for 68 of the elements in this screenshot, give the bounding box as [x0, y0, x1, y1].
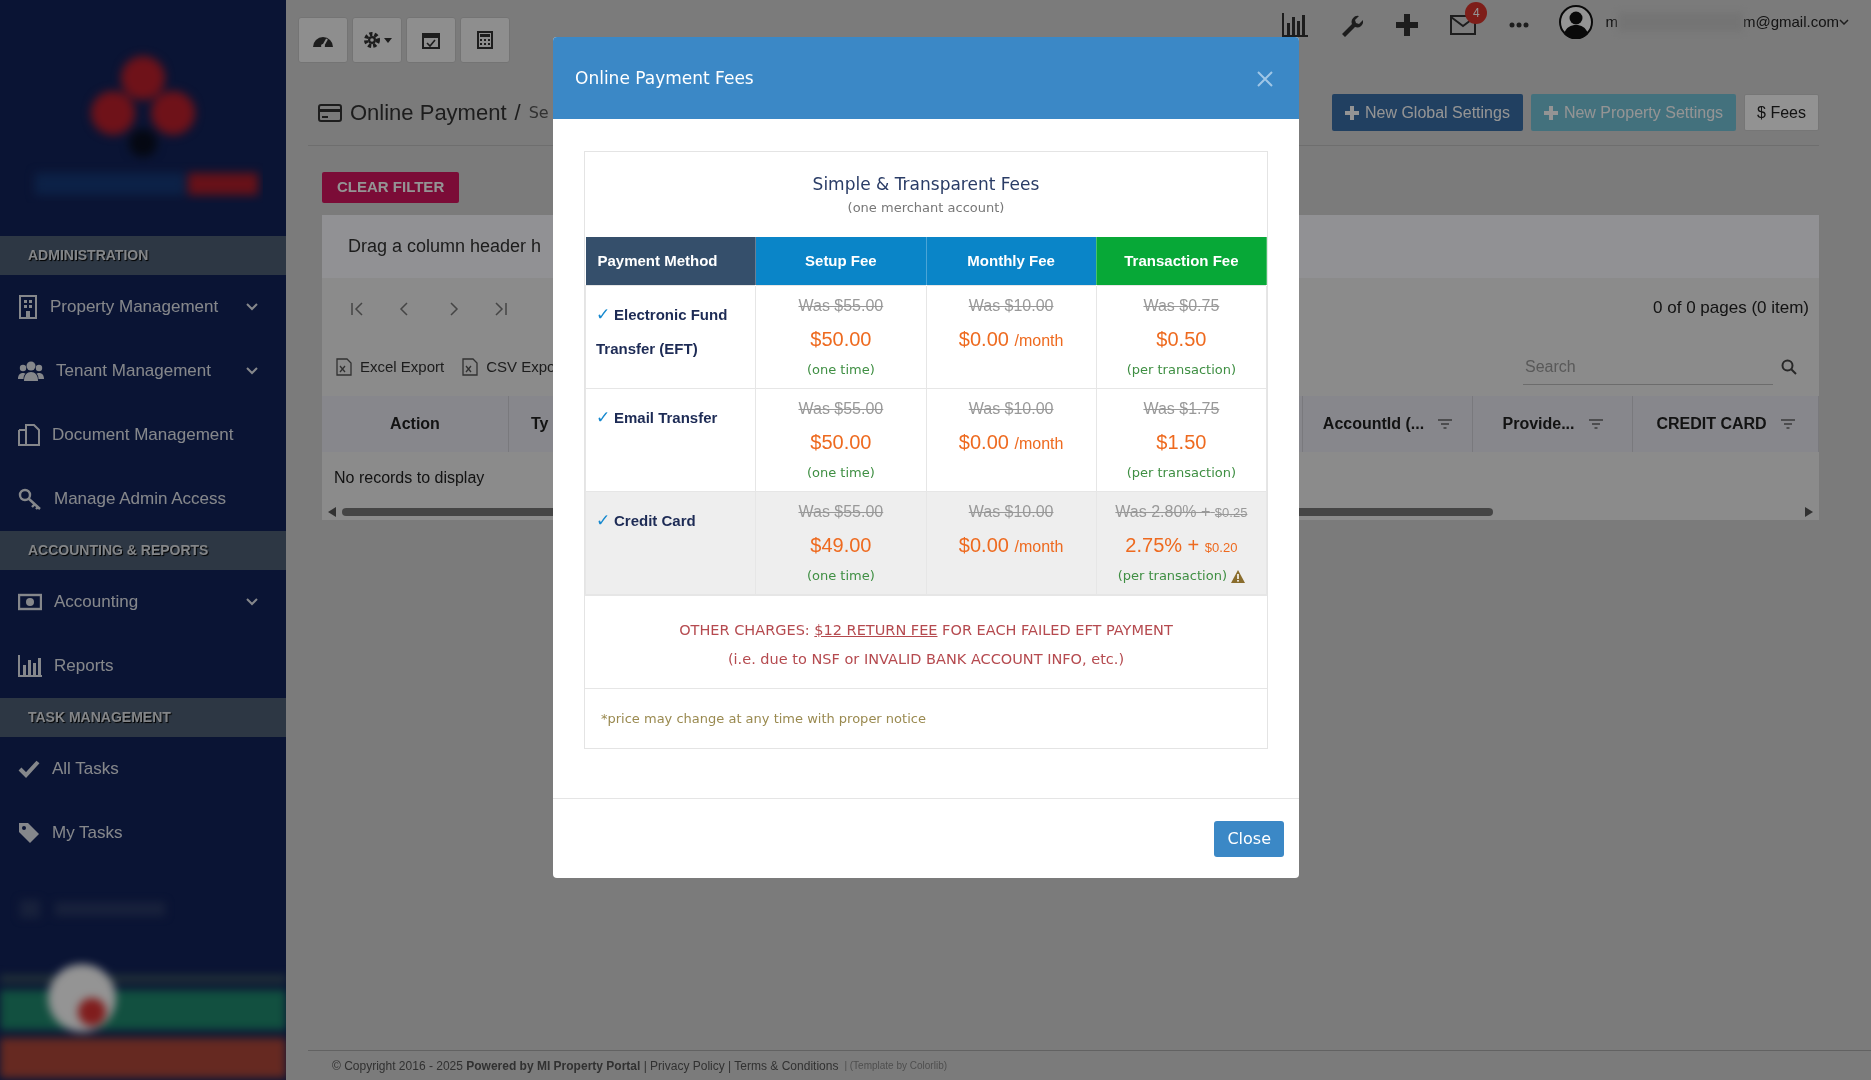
old-price: Was $1.75 [1142, 398, 1221, 419]
sidebar-item[interactable]: Reports [0, 634, 286, 698]
pager-info: 0 of 0 pages (0 item) [1653, 297, 1809, 320]
price-notice: *price may change at any time with proper notice [585, 687, 1267, 748]
payment-method-cell: ✓ Credit Card [585, 491, 756, 594]
sidebar-item[interactable]: Manage Admin Access [0, 467, 286, 531]
price: 2.75% + $0.20 [1124, 532, 1239, 558]
sidebar-item[interactable]: Document Management [0, 403, 286, 467]
breadcrumb-separator: / [514, 99, 521, 127]
notification-badge: 4 [1465, 2, 1488, 24]
price: $0.00 /month [957, 532, 1065, 558]
column-header: Monthly Fee [926, 237, 1097, 285]
sidebar-item[interactable]: All Tasks [0, 737, 286, 801]
clear-filter-button[interactable]: CLEAR FILTER [322, 172, 460, 203]
price: $0.00 /month [957, 326, 1065, 352]
column-header[interactable]: CREDIT CARD [1656, 412, 1767, 436]
old-price: Was 2.80% + $0.25 [1114, 501, 1249, 522]
close-button[interactable]: Close [1214, 820, 1284, 857]
fee-note: (one time) [805, 566, 876, 585]
empty-message: No records to display [334, 469, 485, 486]
fee-note: (one time) [805, 360, 876, 379]
header-button[interactable]: New Global Settings [1331, 94, 1523, 131]
old-price: Was $10.00 [967, 501, 1055, 522]
section-title: TASK MANAGEMENT [0, 698, 286, 737]
column-header[interactable]: Provide... [1502, 412, 1575, 436]
section-title: ACCOUNTING & REPORTS [0, 531, 286, 570]
column-header: Setup Fee [755, 237, 926, 285]
old-price: Was $10.00 [967, 398, 1055, 419]
fees-subheading: (one merchant account) [847, 198, 1005, 217]
price: $49.00 [809, 532, 873, 558]
modal-title: Online Payment Fees [575, 67, 755, 89]
column-header: Transaction Fee [1096, 237, 1267, 285]
column-header[interactable]: Action [390, 412, 440, 436]
old-price: Was $55.00 [797, 295, 885, 316]
column-header[interactable]: AccountId (... [1322, 412, 1425, 436]
sidebar-item[interactable]: Accounting [0, 570, 286, 634]
payment-method-cell: ✓ Email Transfer [585, 388, 756, 491]
old-price: Was $10.00 [967, 295, 1055, 316]
export-button[interactable]: Excel Export [336, 355, 445, 379]
fee-note: (per transaction) [1100, 565, 1262, 585]
price: $0.00 /month [957, 429, 1065, 455]
other-charges-text: OTHER CHARGES: $12 RETURN FEE FOR EACH FAILED EFT PAYMENT [678, 620, 1174, 640]
user-menu[interactable]: m m@gmail.com [1553, 4, 1855, 40]
other-charges-detail: (i.e. due to NSF or INVALID BANK ACCOUNT INFO, etc.) [726, 649, 1126, 669]
fees-heading: Simple & Transparent Fees [812, 173, 1040, 196]
old-price: Was $55.00 [797, 501, 885, 522]
sidebar-item[interactable]: Tenant Management [0, 339, 286, 403]
column-header[interactable]: Ty [531, 412, 549, 436]
breadcrumb-item[interactable]: Se [528, 100, 549, 125]
copyright-text: © Copyright 2016 - 2025 Powered by MI Property Portal | Privacy Policy | Terms & Conditions [332, 1057, 839, 1075]
fee-note: (per transaction) [1125, 360, 1238, 379]
column-header: Payment Method [585, 237, 756, 285]
price: $1.50 [1155, 429, 1208, 455]
fee-note: (per transaction) [1125, 463, 1238, 482]
old-price: Was $55.00 [797, 398, 885, 419]
price: $50.00 [809, 326, 873, 352]
section-title: ADMINISTRATION [0, 236, 286, 275]
price: $50.00 [809, 429, 873, 455]
price: $0.50 [1155, 326, 1208, 352]
mail-button[interactable]: 4 [1441, 2, 1486, 40]
fee-note: (one time) [805, 463, 876, 482]
sidebar-item[interactable]: Property Management [0, 275, 286, 339]
payment-method-cell: ✓ Electronic Fund Transfer (EFT) [585, 285, 756, 388]
return-fee-link[interactable]: $12 RETURN FEE [814, 621, 938, 638]
header-button[interactable]: $ Fees [1744, 94, 1819, 131]
sidebar-item[interactable]: My Tasks [0, 801, 286, 865]
old-price: Was $0.75 [1142, 295, 1221, 316]
page-title: Online Payment [350, 99, 507, 127]
